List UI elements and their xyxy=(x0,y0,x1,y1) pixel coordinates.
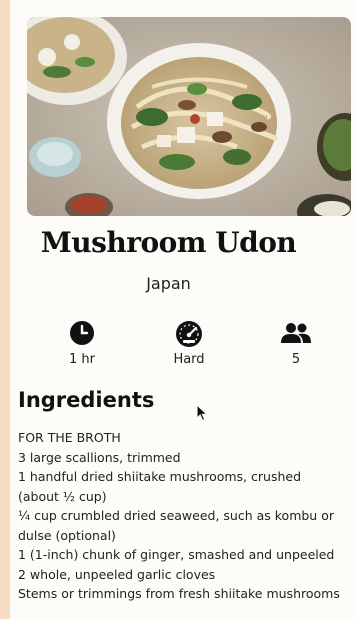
clock-icon xyxy=(42,318,122,348)
recipe-photo xyxy=(27,17,351,216)
ingredients-list: FOR THE BROTH 3 large scallions, trimmed… xyxy=(18,428,343,604)
speedometer-icon xyxy=(149,318,229,348)
stat-servings: 5 xyxy=(256,318,336,367)
recipe-title: Mushroom Udon xyxy=(40,226,297,259)
stat-time-label: 1 hr xyxy=(69,352,95,367)
list-item: Stems or trimmings from fresh shiitake m… xyxy=(18,586,340,601)
list-item: 2 whole, unpeeled garlic cloves xyxy=(18,566,216,582)
stat-time: 1 hr xyxy=(42,318,122,367)
list-item: 1 handful dried shiitake mushrooms, crus… xyxy=(18,469,302,504)
ingredients-heading: Ingredients xyxy=(18,388,155,412)
people-icon xyxy=(256,318,336,348)
stat-difficulty: Hard xyxy=(149,318,229,367)
list-item: 1 (1-inch) chunk of ginger, smashed and … xyxy=(18,547,335,562)
ingredient-group-heading: FOR THE BROTH xyxy=(18,430,121,445)
mouse-cursor-icon xyxy=(196,403,209,427)
stat-difficulty-label: Hard xyxy=(173,352,205,367)
list-item: 3 large scallions, trimmed xyxy=(18,449,181,465)
list-item: ¼ cup crumbled dried seaweed, such as ko… xyxy=(18,508,334,543)
recipe-origin: Japan xyxy=(146,274,191,293)
stat-servings-label: 5 xyxy=(291,352,301,367)
